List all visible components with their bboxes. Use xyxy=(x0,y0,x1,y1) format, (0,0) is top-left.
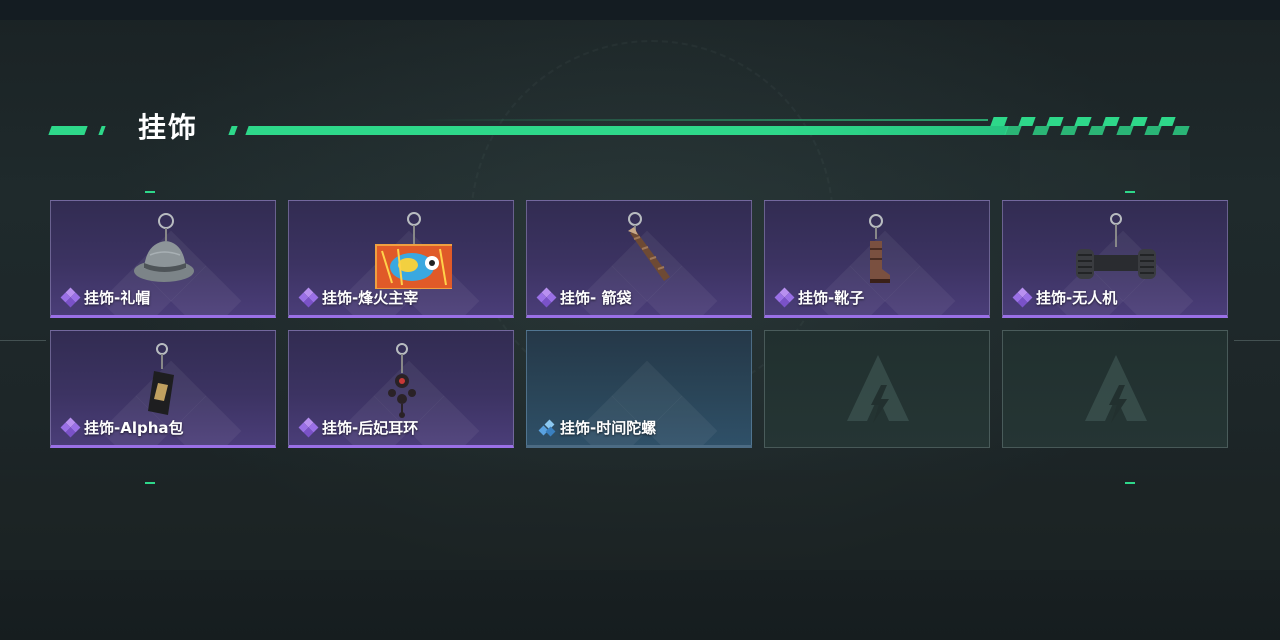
header-thin-line xyxy=(420,119,988,121)
charm-name: 挂饰-无人机 xyxy=(1036,289,1118,307)
charm-card-earring[interactable]: 挂饰-后妃耳环 xyxy=(288,330,514,448)
card-label: 挂饰-时间陀螺 xyxy=(537,418,656,438)
charm-card-graffiti[interactable]: 挂饰-烽火主宰 xyxy=(288,200,514,318)
empty-charm-slot[interactable] xyxy=(764,330,990,448)
fedora-hat-charm-icon xyxy=(134,213,194,282)
empty-slot-logo-icon xyxy=(1085,355,1147,423)
header-accent-tick xyxy=(98,126,106,135)
purple-rarity-diamond-icon xyxy=(60,287,81,308)
grid-corner-tick xyxy=(145,482,155,484)
charm-name: 挂饰-后妃耳环 xyxy=(322,419,419,437)
card-label: 挂饰-无人机 xyxy=(1012,287,1118,308)
charm-card-drone[interactable]: 挂饰-无人机 xyxy=(1002,200,1228,318)
purple-rarity-diamond-icon xyxy=(298,287,319,308)
graffiti-tag-charm-icon xyxy=(375,212,452,289)
charm-card-quiver[interactable]: 挂饰- 箭袋 xyxy=(526,200,752,318)
card-label: 挂饰-靴子 xyxy=(774,287,865,308)
charm-name: 挂饰-礼帽 xyxy=(84,289,151,307)
purple-rarity-diamond-icon xyxy=(536,287,557,308)
alpha-pack-charm-icon xyxy=(148,343,174,415)
purple-rarity-diamond-icon xyxy=(1012,287,1033,308)
charm-name: 挂饰- 箭袋 xyxy=(560,289,632,307)
grid-corner-tick xyxy=(145,191,155,193)
charm-name: 挂饰-时间陀螺 xyxy=(560,419,657,437)
charm-collection-screen: 挂饰 挂饰-礼帽 挂饰-烽火主宰 挂饰- 箭袋 挂饰-靴子 挂饰-无人机 挂饰-… xyxy=(0,0,1280,640)
card-label: 挂饰-烽火主宰 xyxy=(298,287,419,308)
header-progress-bar xyxy=(245,126,1009,135)
card-label: 挂饰- 箭袋 xyxy=(536,287,632,308)
grid-corner-tick xyxy=(1125,482,1135,484)
blue-rarity-diamond-icon xyxy=(537,418,557,438)
charm-name: 挂饰-Alpha包 xyxy=(84,419,184,437)
empty-charm-slot[interactable] xyxy=(1002,330,1228,448)
right-side-line xyxy=(1234,340,1280,341)
charm-card-alpha-pack[interactable]: 挂饰-Alpha包 xyxy=(50,330,276,448)
empty-slot-logo-icon xyxy=(847,355,909,423)
left-side-line xyxy=(0,340,46,341)
quiver-charm-icon xyxy=(628,212,670,281)
earring-charm-icon xyxy=(388,343,416,418)
purple-rarity-diamond-icon xyxy=(60,417,81,438)
boot-charm-icon xyxy=(869,214,890,283)
card-label: 挂饰-后妃耳环 xyxy=(298,417,419,438)
background-ground xyxy=(0,470,1280,570)
header-accent-bar xyxy=(48,126,88,135)
charm-card-time-top[interactable]: 挂饰-时间陀螺 xyxy=(526,330,752,448)
header-checker-pattern xyxy=(990,117,1202,137)
charm-name: 挂饰-靴子 xyxy=(798,289,865,307)
charm-card-fedora[interactable]: 挂饰-礼帽 xyxy=(50,200,276,318)
charm-name: 挂饰-烽火主宰 xyxy=(322,289,419,307)
purple-rarity-diamond-icon xyxy=(298,417,319,438)
section-title: 挂饰 xyxy=(138,111,199,144)
header-accent-dash xyxy=(228,126,238,135)
grid-corner-tick xyxy=(1125,191,1135,193)
drone-charm-icon xyxy=(1076,213,1156,279)
top-strip xyxy=(0,0,1280,20)
purple-rarity-diamond-icon xyxy=(774,287,795,308)
card-label: 挂饰-礼帽 xyxy=(60,287,151,308)
charm-card-boot[interactable]: 挂饰-靴子 xyxy=(764,200,990,318)
card-label: 挂饰-Alpha包 xyxy=(60,417,184,438)
